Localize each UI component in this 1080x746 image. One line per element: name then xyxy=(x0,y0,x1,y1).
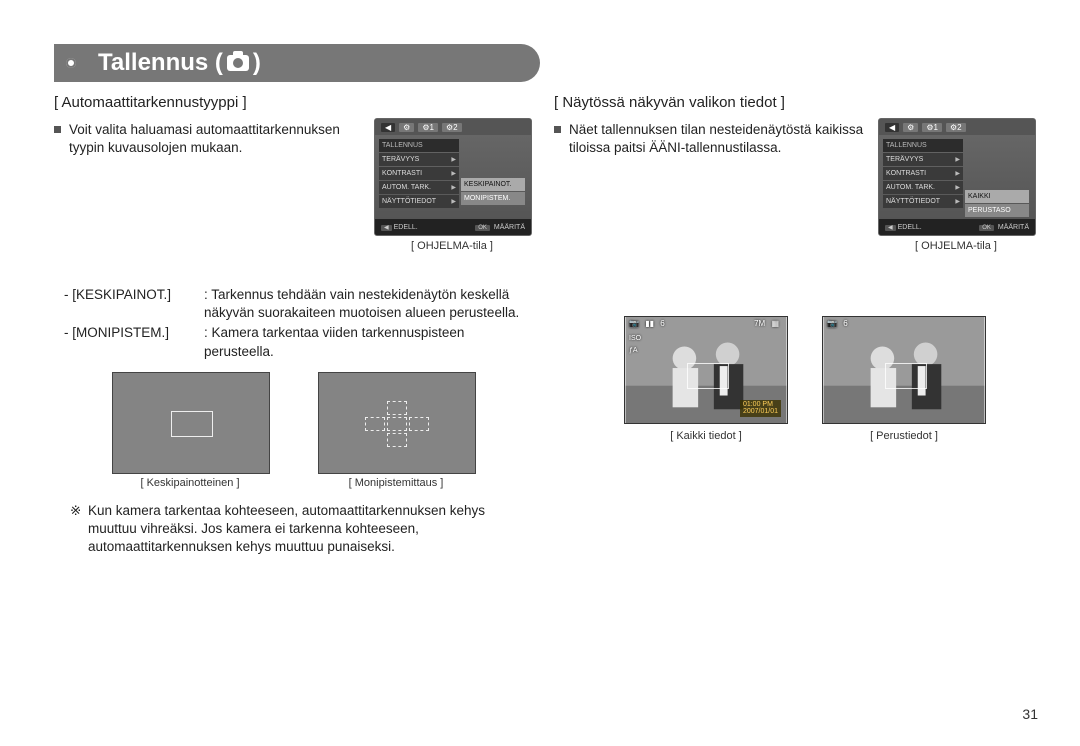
hud-shots: 6 xyxy=(660,319,664,328)
sample-photo-basic-info: 📷 6 xyxy=(822,316,986,424)
hud-camera-icon: 📷 xyxy=(827,319,837,328)
header-bar: Tallennus ( ) xyxy=(54,44,540,82)
menu-top-tabs: ◀ ⚙ ⚙1 ⚙2 xyxy=(375,119,531,135)
multi-focus-caption: [ Monipistemittaus ] xyxy=(318,477,474,489)
menu-footer: ◀EDELL. OK MÄÄRITÄ xyxy=(375,219,531,235)
menu-foot-ok: OK xyxy=(979,225,994,231)
right-bullet-text: Näet tallennuksen tilan nesteidenäytöstä… xyxy=(569,121,869,157)
menu-tab-icon: ⚙ xyxy=(399,123,414,132)
menu-item: NÄYTTÖTIEDOT▶ xyxy=(379,195,459,208)
page: Tallennus ( ) [ Automaattitarkennustyypp… xyxy=(0,0,1080,746)
focus-frame-icon xyxy=(687,363,729,389)
photo-hud: 📷 ▮▮ 6 7M ▦ xyxy=(629,319,783,328)
header-title-suffix: ) xyxy=(253,49,261,77)
hud-camera-icon: 📷 xyxy=(629,319,639,328)
hud-time: 01:00 PM xyxy=(743,401,778,409)
menu-body: TALLENNUS TERÄVYYS▶ KONTRASTI▶ AUTOM. TA… xyxy=(375,135,531,219)
bullet-icon xyxy=(54,126,61,133)
definition-text: : Tarkennus tehdään vain nestekidenäytön… xyxy=(204,286,534,322)
menu-item: NÄYTTÖTIEDOT▶ xyxy=(883,195,963,208)
definition-key: - [KESKIPAINOT.] xyxy=(64,286,204,322)
menu-items-col: TALLENNUS TERÄVYYS▶ KONTRASTI▶ AUTOM. TA… xyxy=(379,139,459,209)
menu-item: AUTOM. TARK.▶ xyxy=(379,181,459,194)
menu-tab-icon: ◀ xyxy=(885,123,899,132)
menu-shot-right-caption: [ OHJELMA-tila ] xyxy=(878,240,1034,252)
menu-sub-item: MONIPISTEM. xyxy=(461,192,525,205)
menu-tab-icon: ⚙2 xyxy=(442,123,462,132)
camera-icon xyxy=(227,55,249,71)
hud-size: 7M xyxy=(754,319,765,328)
menu-sub-item: PERUSTASO xyxy=(965,204,1029,217)
menu-item: KONTRASTI▶ xyxy=(883,167,963,180)
menu-tab-icon: ⚙ xyxy=(903,123,918,132)
page-number: 31 xyxy=(1022,706,1038,722)
menu-foot-set: MÄÄRITÄ xyxy=(494,224,525,231)
menu-foot-back: EDELL. xyxy=(898,224,922,231)
menu-foot-set: MÄÄRITÄ xyxy=(998,224,1029,231)
menu-tab-icon: ⚙2 xyxy=(946,123,966,132)
menu-foot-back: EDELL. xyxy=(394,224,418,231)
menu-items-col: TALLENNUS TERÄVYYS▶ KONTRASTI▶ AUTOM. TA… xyxy=(883,139,963,209)
note-block: ※ Kun kamera tarkentaa kohteeseen, autom… xyxy=(70,502,530,557)
menu-top-tabs: ◀ ⚙ ⚙1 ⚙2 xyxy=(879,119,1035,135)
menu-section-label: TALLENNUS xyxy=(379,139,459,152)
header-title-prefix: Tallennus ( xyxy=(98,49,223,77)
menu-shot-left-caption: [ OHJELMA-tila ] xyxy=(374,240,530,252)
note-mark-icon: ※ xyxy=(70,502,88,557)
sample-photo-full-info: 📷 ▮▮ 6 7M ▦ ISO ƒA 01:00 PM 2007/01/01 xyxy=(624,316,788,424)
left-bullet-text: Voit valita haluamasi automaattitarkennu… xyxy=(69,121,369,157)
menu-body: TALLENNUS TERÄVYYS▶ KONTRASTI▶ AUTOM. TA… xyxy=(879,135,1035,219)
hud-shots: 6 xyxy=(843,319,847,328)
bullet-icon xyxy=(554,126,561,133)
definition-row: - [MONIPISTEM.] : Kamera tarkentaa viide… xyxy=(64,324,534,360)
menu-tab-icon: ◀ xyxy=(381,123,395,132)
note-text: Kun kamera tarkentaa kohteeseen, automaa… xyxy=(88,502,530,557)
menu-screenshot-right: ◀ ⚙ ⚙1 ⚙2 TALLENNUS TERÄVYYS▶ KONTRASTI▶… xyxy=(878,118,1036,236)
multi-focus-grid-icon xyxy=(365,401,429,447)
focus-frame-icon xyxy=(885,363,927,389)
menu-item: TERÄVYYS▶ xyxy=(883,153,963,166)
menu-screenshot-left: ◀ ⚙ ⚙1 ⚙2 TALLENNUS TERÄVYYS▶ KONTRASTI▶… xyxy=(374,118,532,236)
center-focus-illustration xyxy=(112,372,270,474)
menu-tab-icon: ⚙1 xyxy=(418,123,438,132)
section-dot-icon xyxy=(66,58,76,68)
menu-sub-col: KAIKKI PERUSTASO xyxy=(965,190,1029,218)
left-section-title: [ Automaattitarkennustyyppi ] xyxy=(54,94,534,111)
menu-sub-col: KESKIPAINOT. MONIPISTEM. xyxy=(461,178,525,206)
photo-basic-caption: [ Perustiedot ] xyxy=(822,430,986,442)
menu-section-label: TALLENNUS xyxy=(883,139,963,152)
center-focus-frame-icon xyxy=(171,411,213,437)
definition-key: - [MONIPISTEM.] xyxy=(64,324,204,360)
right-section-title: [ Näytössä näkyvän valikon tiedot ] xyxy=(554,94,1034,111)
definition-text: : Kamera tarkentaa viiden tarkennuspiste… xyxy=(204,324,534,360)
menu-item: TERÄVYYS▶ xyxy=(379,153,459,166)
menu-tab-icon: ⚙1 xyxy=(922,123,942,132)
hud-flash: ƒA xyxy=(629,347,638,354)
definition-row: - [KESKIPAINOT.] : Tarkennus tehdään vai… xyxy=(64,286,534,322)
menu-foot-ok: OK xyxy=(475,225,490,231)
photo-full-caption: [ Kaikki tiedot ] xyxy=(624,430,788,442)
hud-battery-icon: ▮▮ xyxy=(645,319,654,328)
hud-date: 2007/01/01 xyxy=(743,408,778,416)
menu-item: AUTOM. TARK.▶ xyxy=(883,181,963,194)
timestamp-overlay: 01:00 PM 2007/01/01 xyxy=(740,400,781,417)
hud-iso: ISO xyxy=(629,335,641,342)
menu-item: KONTRASTI▶ xyxy=(379,167,459,180)
center-focus-caption: [ Keskipainotteinen ] xyxy=(112,477,268,489)
photo-hud-basic: 📷 6 xyxy=(827,319,981,328)
menu-sub-item-selected: KESKIPAINOT. xyxy=(461,178,525,191)
menu-footer: ◀EDELL. OK MÄÄRITÄ xyxy=(879,219,1035,235)
definitions-block: - [KESKIPAINOT.] : Tarkennus tehdään vai… xyxy=(64,286,534,363)
multi-focus-illustration xyxy=(318,372,476,474)
menu-sub-item-selected: KAIKKI xyxy=(965,190,1029,203)
